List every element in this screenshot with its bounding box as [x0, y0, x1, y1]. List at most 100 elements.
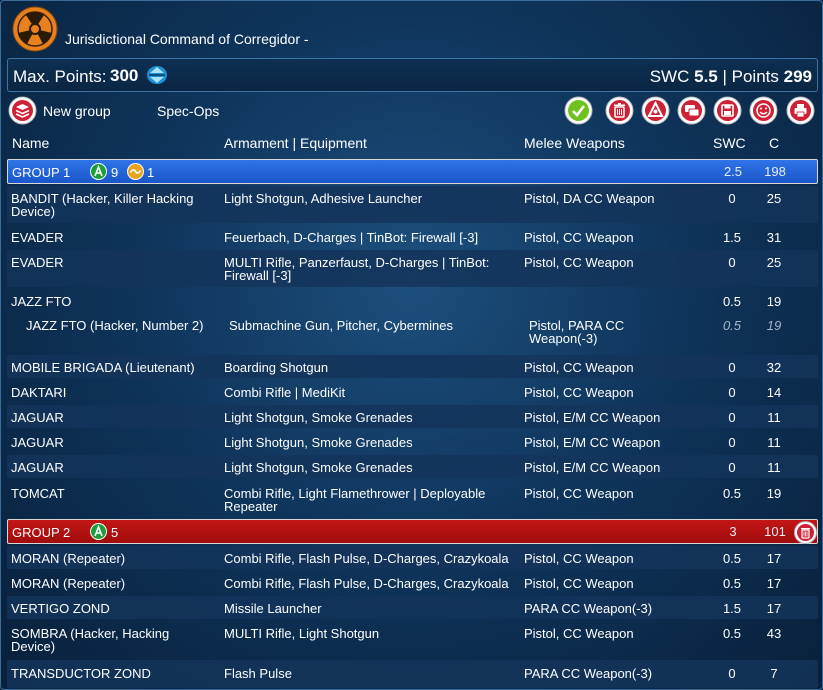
new-group-icon[interactable]: [8, 96, 37, 125]
unit-swc: 0: [728, 385, 736, 400]
unit-swc: 0: [728, 255, 736, 270]
column-header-name[interactable]: Name: [12, 135, 49, 151]
header: Jurisdictional Command of Corregidor -: [1, 1, 822, 57]
unit-name: MORAN (Repeater): [11, 551, 126, 566]
max-points-label: Max. Points:: [13, 67, 107, 86]
irregular-order-icon: [127, 163, 144, 180]
unit-melee: Pistol, CC Weapon: [524, 385, 634, 400]
unit-points: 11: [767, 410, 781, 425]
unit-armament: Feuerbach, D-Charges | TinBot: Firewall …: [224, 230, 479, 245]
unit-armament: Combi Rifle, Flash Pulse, D-Charges, Cra…: [224, 551, 509, 566]
column-header-swc[interactable]: SWC: [713, 135, 746, 151]
unit-melee: Pistol, CC Weapon: [524, 255, 634, 270]
unit-armament: Combi Rifle | MediKit: [224, 385, 346, 400]
unit-armament: Boarding Shotgun: [224, 360, 329, 375]
unit-name: TRANSDUCTOR ZOND: [11, 666, 151, 681]
unit-armament: Combi Rifle, Flash Pulse, D-Charges, Cra…: [224, 576, 509, 591]
unit-swc: 0.5: [722, 551, 742, 566]
army-title: Jurisdictional Command of Corregidor -: [65, 31, 309, 47]
unit-melee: PARA CC Weapon(-3): [524, 666, 653, 681]
unit-armament: Light Shotgun, Smoke Grenades: [224, 410, 413, 425]
table-row[interactable]: TOMCAT Combi Rifle, Light Flamethrower |…: [7, 480, 818, 517]
unit-melee: PARA CC Weapon(-3): [524, 601, 653, 616]
unit-armament: Light Shotgun, Smoke Grenades: [224, 460, 413, 475]
unit-points: 14: [766, 385, 782, 400]
army-list-app: Jurisdictional Command of Corregidor - M…: [0, 0, 823, 690]
table-row[interactable]: JAGUAR Light Shotgun, Smoke Grenades Pis…: [7, 405, 818, 428]
table-row[interactable]: MORAN (Repeater) Combi Rifle, Flash Puls…: [7, 571, 818, 594]
table-row[interactable]: MOBILE BRIGADA (Lieutenant) Boarding Sho…: [7, 355, 818, 378]
unit-swc: 1.5: [722, 230, 742, 245]
table-row[interactable]: MORAN (Repeater) Combi Rifle, Flash Puls…: [7, 546, 818, 569]
print-icon[interactable]: [786, 96, 815, 125]
army-logo-icon[interactable]: [641, 96, 670, 125]
unit-swc: 0: [728, 360, 736, 375]
unit-melee: Pistol, PARA CC Weapon(-3): [529, 318, 625, 346]
unit-armament: Light Shotgun, Smoke Grenades: [224, 435, 413, 450]
toolbar: New group Spec-Ops: [1, 94, 822, 128]
column-header-points[interactable]: C: [769, 135, 779, 151]
spec-ops-button[interactable]: Spec-Ops: [157, 103, 219, 119]
table-row[interactable]: TRANSDUCTOR ZOND Flash Pulse PARA CC Wea…: [7, 660, 818, 688]
column-header-armament[interactable]: Armament | Equipment: [224, 135, 367, 151]
unit-points: 17: [766, 601, 782, 616]
unit-name: JAGUAR: [11, 460, 64, 475]
unit-armament: Missile Launcher: [224, 601, 322, 616]
table-row[interactable]: EVADER MULTI Rifle, Panzerfaust, D-Charg…: [7, 250, 818, 287]
unit-points: 25: [766, 255, 782, 270]
table-row[interactable]: SOMBRA (Hacker, Hacking Device) MULTI Ri…: [7, 621, 818, 658]
unit-points: 19: [766, 318, 782, 333]
unit-melee: Pistol, CC Weapon: [524, 360, 634, 375]
points-total-value: 299: [783, 67, 812, 86]
unit-name: JAGUAR: [11, 435, 64, 450]
regular-order-icon: [90, 163, 107, 180]
unit-name: BANDIT (Hacker, Killer Hacking Device): [11, 191, 194, 219]
validate-icon[interactable]: [564, 96, 593, 125]
group-swc: 3: [729, 524, 737, 539]
table-row[interactable]: JAZZ FTO 0.5 19 JAZZ FTO (Hacker, Number…: [7, 289, 818, 352]
trash-icon[interactable]: [605, 96, 634, 125]
table-row[interactable]: BANDIT (Hacker, Killer Hacking Device) L…: [7, 186, 818, 223]
max-points-selector-icon[interactable]: [146, 65, 168, 85]
delete-group-icon[interactable]: [794, 521, 817, 544]
unit-name: JAGUAR: [11, 410, 64, 425]
unit-armament: Combi Rifle, Light Flamethrower | Deploy…: [224, 486, 486, 514]
group-header[interactable]: GROUP 1 9 1 2.5 198: [7, 159, 818, 184]
unit-melee: Pistol, DA CC Weapon: [524, 191, 655, 206]
unit-name: JAZZ FTO (Hacker, Number 2): [26, 318, 204, 333]
unit-swc: 0.5: [722, 294, 742, 309]
save-icon[interactable]: [713, 96, 742, 125]
unit-melee: Pistol, E/M CC Weapon: [524, 410, 661, 425]
unit-name: MORAN (Repeater): [11, 576, 126, 591]
unit-melee: Pistol, CC Weapon: [524, 576, 634, 591]
unit-swc: 0: [728, 191, 736, 206]
unit-swc: 0: [728, 410, 736, 425]
column-header-melee[interactable]: Melee Weapons: [524, 135, 625, 151]
group-header[interactable]: GROUP 2 5 3 101: [7, 519, 818, 544]
table-row[interactable]: JAGUAR Light Shotgun, Smoke Grenades Pis…: [7, 455, 818, 478]
unit-name: JAZZ FTO: [11, 294, 72, 309]
table-row[interactable]: DAKTARI Combi Rifle | MediKit Pistol, CC…: [7, 380, 818, 403]
table-row[interactable]: JAGUAR Light Shotgun, Smoke Grenades Pis…: [7, 430, 818, 453]
chat-icon[interactable]: [677, 96, 706, 125]
unit-name: EVADER: [11, 230, 64, 245]
points-bar: Max. Points: 300 SWC 5.5 | Points 299: [7, 58, 818, 92]
group-points: 198: [764, 164, 786, 179]
unit-points: 25: [766, 191, 782, 206]
table-row[interactable]: VERTIGO ZOND Missile Launcher PARA CC We…: [7, 596, 818, 619]
unit-name: VERTIGO ZOND: [11, 601, 110, 616]
table-row[interactable]: EVADER Feuerbach, D-Charges | TinBot: Fi…: [7, 225, 818, 248]
unit-name: TOMCAT: [11, 486, 65, 501]
unit-melee: Pistol, CC Weapon: [524, 551, 634, 566]
irregular-orders-count: 1: [147, 165, 155, 180]
new-group-button[interactable]: New group: [43, 103, 111, 119]
unit-swc: 0: [728, 666, 736, 681]
unit-points: 17: [766, 551, 782, 566]
totals: SWC 5.5 | Points 299: [650, 67, 812, 87]
unit-swc: 0.5: [722, 318, 742, 333]
smiley-icon[interactable]: [749, 96, 778, 125]
unit-melee: Pistol, CC Weapon: [524, 626, 634, 641]
unit-melee: Pistol, CC Weapon: [524, 486, 634, 501]
unit-points: 17: [766, 576, 782, 591]
group-label: GROUP 1: [12, 165, 71, 180]
